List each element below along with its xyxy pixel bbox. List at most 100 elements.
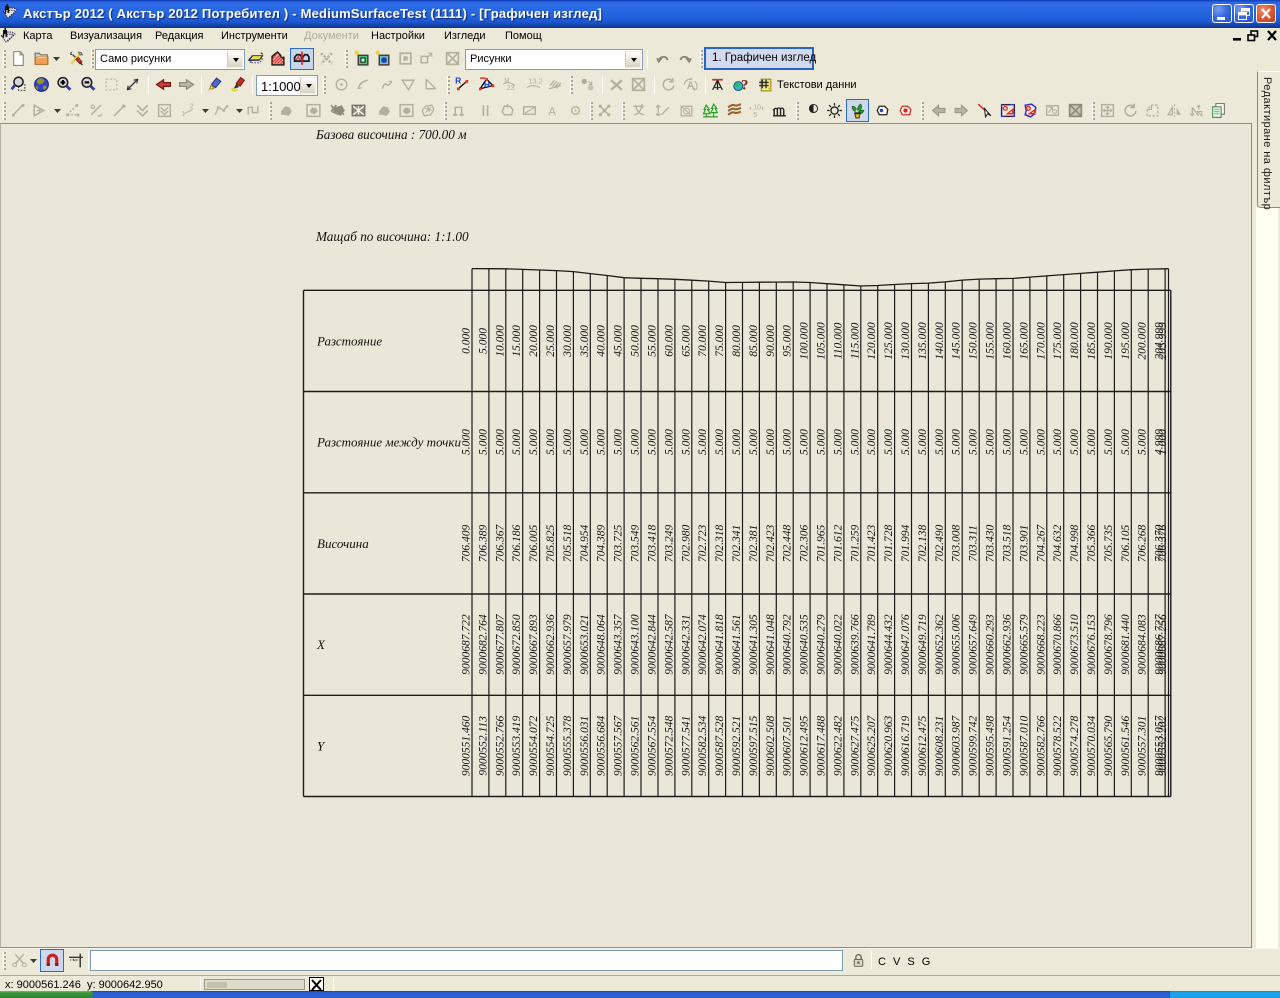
svg-text:704.267: 704.267 [1035, 523, 1047, 562]
svg-text:701.994: 701.994 [900, 524, 912, 562]
svg-text:706.389: 706.389 [477, 524, 489, 562]
svg-text:5.000: 5.000 [647, 429, 659, 455]
svg-text:9000642.587: 9000642.587 [663, 613, 675, 675]
svg-text:175.000: 175.000 [1052, 322, 1064, 360]
svg-text:9000552.766: 9000552.766 [494, 715, 506, 776]
svg-text:9000602.508: 9000602.508 [765, 715, 777, 776]
svg-text:205.999: 205.999 [1157, 322, 1169, 360]
svg-text:9000552.113: 9000552.113 [477, 716, 489, 776]
svg-text:5.000: 5.000 [799, 429, 811, 455]
svg-text:90.000: 90.000 [765, 325, 777, 357]
svg-text:9000556.684: 9000556.684 [596, 715, 608, 776]
svg-text:705.366: 705.366 [1086, 524, 1098, 562]
svg-text:5.000: 5.000 [545, 429, 557, 455]
svg-text:9000642.331: 9000642.331 [680, 614, 692, 674]
svg-text:5.000: 5.000 [917, 429, 929, 455]
svg-text:9000682.764: 9000682.764 [477, 614, 489, 675]
svg-text:150.000: 150.000 [968, 322, 980, 360]
svg-text:5.000: 5.000 [1103, 429, 1115, 455]
svg-text:9000591.254: 9000591.254 [1002, 715, 1014, 776]
svg-text:165.000: 165.000 [1018, 322, 1030, 360]
svg-text:160.000: 160.000 [1002, 322, 1014, 360]
svg-text:130.000: 130.000 [900, 322, 912, 360]
svg-text:5.000: 5.000 [630, 429, 642, 455]
svg-text:5.000: 5.000 [579, 429, 591, 455]
svg-text:20.000: 20.000 [528, 325, 540, 357]
svg-text:701.728: 701.728 [883, 524, 895, 562]
svg-text:Мащаб по височина: 1:1.00: Мащаб по височина: 1:1.00 [315, 229, 469, 244]
svg-text:100.000: 100.000 [799, 322, 811, 360]
svg-text:9000582.534: 9000582.534 [697, 715, 709, 776]
svg-text:125.000: 125.000 [883, 322, 895, 360]
svg-text:15.000: 15.000 [511, 325, 523, 357]
svg-text:9000595.498: 9000595.498 [985, 715, 997, 776]
svg-text:706.409: 706.409 [461, 524, 473, 562]
svg-text:9000640.279: 9000640.279 [816, 614, 828, 675]
svg-text:9000655.006: 9000655.006 [951, 614, 963, 675]
svg-text:10.000: 10.000 [494, 325, 506, 357]
svg-text:5.000: 5.000 [832, 429, 844, 455]
svg-text:706.186: 706.186 [511, 524, 523, 562]
svg-text:9000597.515: 9000597.515 [748, 715, 760, 776]
svg-text:9000649.719: 9000649.719 [917, 614, 929, 675]
svg-text:35.000: 35.000 [579, 325, 591, 358]
svg-text:704.998: 704.998 [1069, 524, 1081, 562]
svg-text:9000599.742: 9000599.742 [968, 715, 980, 776]
svg-text:703.311: 703.311 [968, 525, 980, 562]
svg-text:5.000: 5.000 [1086, 429, 1098, 455]
svg-text:9000587.528: 9000587.528 [714, 715, 726, 776]
svg-text:5.000: 5.000 [951, 429, 963, 455]
svg-text:9000617.488: 9000617.488 [816, 715, 828, 776]
svg-text:5.000: 5.000 [1035, 429, 1047, 455]
svg-text:5.000: 5.000 [765, 429, 777, 455]
svg-text:9000652.362: 9000652.362 [934, 614, 946, 675]
svg-text:703.518: 703.518 [1002, 524, 1014, 562]
svg-text:9000641.789: 9000641.789 [866, 614, 878, 675]
svg-text:30.000: 30.000 [562, 325, 574, 358]
svg-text:706.376: 706.376 [1157, 524, 1169, 562]
svg-text:9000567.554: 9000567.554 [647, 715, 659, 776]
svg-text:9000662.936: 9000662.936 [1002, 614, 1014, 675]
svg-text:9000607.501: 9000607.501 [782, 716, 794, 776]
svg-text:9000677.807: 9000677.807 [494, 613, 506, 675]
svg-text:704.389: 704.389 [596, 524, 608, 562]
svg-text:140.000: 140.000 [934, 322, 946, 360]
svg-text:5.000: 5.000 [849, 429, 861, 455]
svg-text:40.000: 40.000 [596, 325, 608, 357]
svg-text:9000681.440: 9000681.440 [1120, 614, 1132, 675]
svg-text:704.632: 704.632 [1052, 524, 1064, 562]
svg-text:9000587.010: 9000587.010 [1018, 715, 1030, 776]
svg-text:9000687.722: 9000687.722 [461, 614, 473, 675]
svg-text:9000622.482: 9000622.482 [832, 715, 844, 776]
svg-text:9000676.153: 9000676.153 [1086, 614, 1098, 675]
svg-text:9000608.231: 9000608.231 [934, 716, 946, 776]
svg-text:0.000: 0.000 [461, 328, 473, 354]
svg-text:9000657.649: 9000657.649 [968, 614, 980, 675]
svg-text:5.000: 5.000 [477, 429, 489, 455]
svg-text:70.000: 70.000 [697, 325, 709, 357]
svg-text:5.000: 5.000 [1018, 429, 1030, 455]
svg-text:9000555.378: 9000555.378 [562, 715, 574, 776]
svg-text:120.000: 120.000 [866, 322, 878, 360]
svg-text:9000551.460: 9000551.460 [461, 715, 473, 776]
svg-text:9000557.567: 9000557.567 [613, 714, 625, 776]
svg-text:9000625.207: 9000625.207 [866, 714, 878, 776]
svg-text:145.000: 145.000 [951, 322, 963, 360]
svg-text:5.000: 5.000 [883, 429, 895, 455]
svg-text:706.005: 706.005 [528, 524, 540, 562]
svg-text:703.549: 703.549 [630, 524, 642, 562]
svg-text:80.000: 80.000 [731, 325, 743, 357]
svg-text:45.000: 45.000 [613, 325, 625, 357]
svg-text:5.000: 5.000 [613, 429, 625, 455]
svg-text:5.000: 5.000 [866, 429, 878, 455]
svg-text:9000641.305: 9000641.305 [748, 614, 760, 675]
svg-text:705.825: 705.825 [545, 524, 557, 562]
svg-text:9000641.561: 9000641.561 [731, 614, 743, 674]
svg-text:9000640.792: 9000640.792 [782, 614, 794, 675]
svg-text:1.000: 1.000 [1157, 429, 1169, 455]
svg-text:9000574.278: 9000574.278 [1069, 715, 1081, 776]
svg-text:115.000: 115.000 [849, 322, 861, 359]
svg-text:Разстояние: Разстояние [316, 333, 382, 348]
svg-text:5.000: 5.000 [461, 429, 473, 455]
svg-text:9000620.963: 9000620.963 [883, 715, 895, 776]
